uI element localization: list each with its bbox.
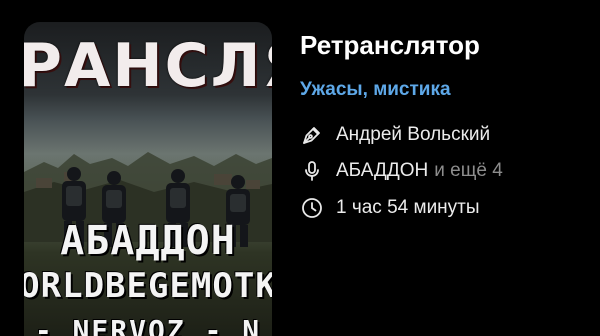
reader-name: АБАДДОН bbox=[336, 160, 429, 181]
genre-link[interactable]: Ужасы, мистика bbox=[300, 79, 451, 101]
clock-icon bbox=[302, 198, 322, 218]
cover-narrator-text: ORLDBEGEMOTK bbox=[24, 266, 272, 306]
cover-author-text: АБАДДОН bbox=[60, 218, 236, 264]
book-cover[interactable]: РАНСЛЯ АБАДДОН ORLDBEGEMOTK - NERVOZ - N bbox=[24, 22, 272, 336]
author-row[interactable]: Андрей Вольский bbox=[300, 122, 490, 148]
reader-more[interactable]: и ещё 4 bbox=[434, 160, 503, 182]
author-name: Андрей Вольский bbox=[336, 124, 491, 145]
reader-row[interactable]: АБАДДОН и ещё 4 bbox=[300, 158, 503, 184]
book-title: Ретранслятор bbox=[300, 30, 480, 60]
book-details-screen: РАНСЛЯ АБАДДОН ORLDBEGEMOTK - NERVOZ - N… bbox=[0, 0, 600, 336]
duration-row: 1 час 54 минуты bbox=[300, 195, 480, 221]
cover-bottom-text: - NERVOZ - N bbox=[34, 314, 262, 336]
cover-title-text: РАНСЛЯ bbox=[24, 31, 272, 101]
microphone-icon bbox=[305, 161, 319, 181]
duration-text: 1 час 54 минуты bbox=[336, 197, 480, 218]
pen-icon bbox=[303, 127, 320, 144]
book-info-panel: Ретранслятор Ужасы, мистика Андрей Вольс… bbox=[300, 0, 600, 336]
